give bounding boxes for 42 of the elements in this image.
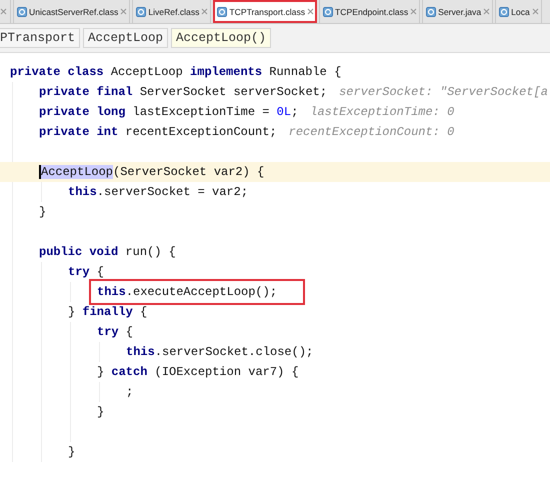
inline-value-hint: lastExceptionTime: 0 — [310, 104, 454, 121]
code-line: public void run() { — [39, 244, 176, 261]
class-file-icon — [217, 6, 228, 16]
class-file-icon — [136, 6, 146, 16]
close-icon[interactable] — [0, 8, 7, 15]
code-line: } — [68, 444, 76, 461]
close-icon[interactable] — [120, 8, 128, 15]
code-line: ; — [126, 384, 134, 401]
class-file-icon — [17, 6, 27, 16]
code-line: this.serverSocket.close(); — [126, 344, 314, 361]
highlighted-code-line: this.executeAcceptLoop(); — [91, 281, 304, 303]
code-line: } catch (IOException var7) { — [97, 364, 299, 381]
editor-tab[interactable]: Server.java — [422, 0, 494, 23]
editor-tab[interactable]: TCPTransport.class — [213, 0, 318, 23]
code-line: try { — [97, 324, 134, 341]
close-icon[interactable] — [532, 8, 539, 15]
editor-tab[interactable]: LiveRef.class — [132, 0, 212, 23]
code-line: private final ServerSocket serverSocket; — [39, 84, 328, 101]
close-icon[interactable] — [410, 8, 418, 15]
close-icon[interactable] — [307, 8, 314, 15]
code-line: AcceptLoop(ServerSocket var2) { — [39, 164, 264, 181]
close-icon[interactable] — [483, 8, 490, 15]
class-file-icon — [323, 6, 334, 16]
code-line: try { — [68, 264, 104, 281]
code-line: } finally { — [68, 304, 148, 321]
code-line: } — [39, 204, 46, 221]
breadcrumb[interactable]: PTransport — [0, 28, 80, 48]
breadcrumb[interactable]: AcceptLoop() — [171, 28, 272, 48]
breadcrumb[interactable]: AcceptLoop — [83, 28, 168, 48]
class-file-icon — [499, 6, 510, 16]
code-line: } — [97, 404, 104, 421]
code-line: this.serverSocket = var2; — [68, 184, 248, 201]
inline-value-hint: serverSocket: "ServerSocket[a — [339, 84, 548, 101]
class-file-icon — [426, 6, 436, 16]
code-line: private long lastExceptionTime = 0L; — [39, 104, 298, 121]
editor-tab[interactable]: UnicastServerRef.class — [13, 0, 130, 23]
code-line: private class AcceptLoop implements Runnable { — [10, 64, 342, 81]
inline-value-hint: recentExceptionCount: 0 — [288, 124, 454, 141]
close-icon[interactable] — [201, 8, 208, 15]
editor-tab[interactable]: Loca — [495, 0, 542, 23]
code-line: private int recentExceptionCount; — [39, 124, 277, 141]
editor-tab[interactable]: TCPEndpoint.class — [319, 0, 420, 23]
